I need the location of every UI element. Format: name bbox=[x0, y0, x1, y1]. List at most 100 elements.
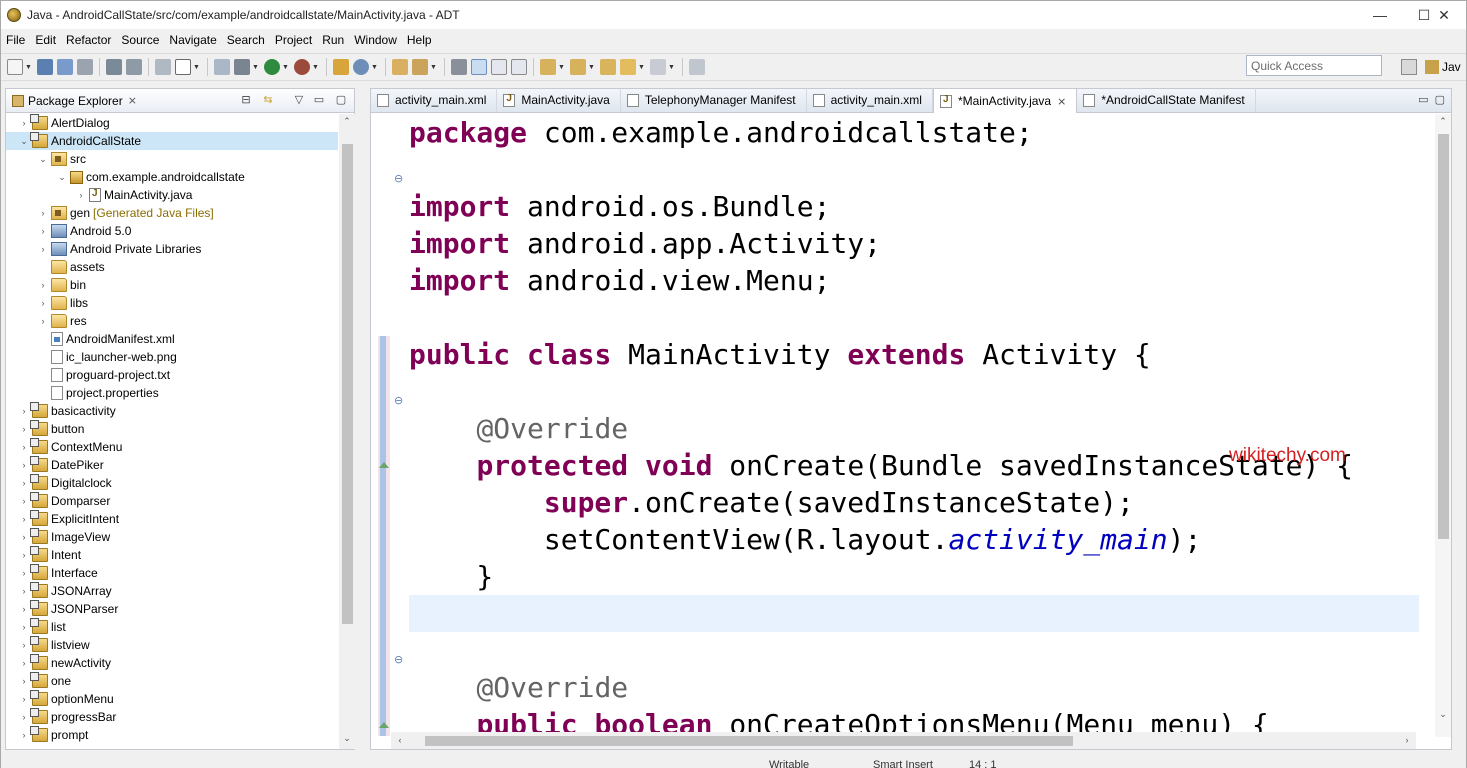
tree-item[interactable]: › AlertDialog bbox=[6, 114, 338, 132]
tree-item[interactable]: ⌄ src bbox=[6, 150, 338, 168]
code-area[interactable]: package com.example.androidcallstate; imp… bbox=[409, 114, 1419, 737]
expand-toggle-icon[interactable]: ⌄ bbox=[56, 172, 68, 183]
back-icon[interactable] bbox=[620, 59, 636, 75]
scroll-left-icon[interactable]: ‹ bbox=[393, 732, 407, 749]
view-menu-icon[interactable]: ▽ bbox=[292, 93, 306, 107]
scrollbar-thumb[interactable] bbox=[425, 736, 1073, 746]
expand-toggle-icon[interactable]: › bbox=[18, 424, 30, 434]
tree-item[interactable]: › list bbox=[6, 618, 338, 636]
menu-file[interactable]: File bbox=[1, 33, 30, 47]
tree-item[interactable]: › JSONParser bbox=[6, 600, 338, 618]
package-explorer-title[interactable]: Package Explorer bbox=[28, 94, 123, 108]
fold-imports-icon[interactable]: ⊖ bbox=[394, 172, 403, 185]
save-icon[interactable] bbox=[37, 59, 53, 75]
scroll-down-icon[interactable]: ⌄ bbox=[1435, 709, 1451, 723]
expand-toggle-icon[interactable]: › bbox=[37, 226, 49, 236]
tree-item[interactable]: › libs bbox=[6, 294, 338, 312]
close-button[interactable]: ✕ bbox=[1421, 1, 1467, 29]
menu-window[interactable]: Window bbox=[349, 33, 402, 47]
fold-method-icon[interactable]: ⊖ bbox=[394, 653, 403, 666]
link-with-editor-icon[interactable]: ⇆ bbox=[261, 93, 275, 107]
search-icon[interactable] bbox=[412, 59, 428, 75]
new-class-dropdown-icon[interactable]: ▼ bbox=[371, 64, 378, 71]
tree-item[interactable]: › bin bbox=[6, 276, 338, 294]
new-java-package-icon[interactable] bbox=[333, 59, 349, 75]
scrollbar-thumb[interactable] bbox=[342, 144, 353, 624]
back-dropdown-icon[interactable]: ▼ bbox=[638, 64, 645, 71]
quick-access-input[interactable]: Quick Access bbox=[1246, 55, 1382, 76]
tree-item[interactable]: › DatePiker bbox=[6, 456, 338, 474]
block-selection-icon[interactable] bbox=[491, 59, 507, 75]
minimize-button[interactable]: — bbox=[1357, 1, 1403, 29]
expand-toggle-icon[interactable]: › bbox=[18, 658, 30, 668]
avd-manager-icon[interactable] bbox=[126, 59, 142, 75]
minimize-view-icon[interactable]: ▭ bbox=[312, 93, 326, 107]
close-tab-icon[interactable]: ⨯ bbox=[1057, 95, 1066, 108]
expand-toggle-icon[interactable]: › bbox=[37, 316, 49, 326]
editor-tab[interactable]: activity_main.xml bbox=[371, 88, 498, 112]
search-dropdown-icon[interactable]: ▼ bbox=[430, 64, 437, 71]
tree-item[interactable]: › Android Private Libraries bbox=[6, 240, 338, 258]
close-view-icon[interactable]: ⨯ bbox=[128, 94, 137, 107]
external-tools-icon[interactable] bbox=[294, 59, 310, 75]
run-dropdown-icon[interactable]: ▼ bbox=[282, 64, 289, 71]
lint-icon[interactable] bbox=[155, 59, 171, 75]
expand-toggle-icon[interactable]: › bbox=[18, 118, 30, 128]
tree-item[interactable]: › ContextMenu bbox=[6, 438, 338, 456]
tree-item[interactable]: › Domparser bbox=[6, 492, 338, 510]
expand-toggle-icon[interactable]: › bbox=[18, 730, 30, 740]
tree-item[interactable]: › optionMenu bbox=[6, 690, 338, 708]
editor-tab[interactable]: TelephonyManager Manifest bbox=[621, 88, 807, 112]
tree-item[interactable]: project.properties bbox=[6, 384, 338, 402]
expand-toggle-icon[interactable]: › bbox=[18, 532, 30, 542]
tree-item[interactable]: › Android 5.0 bbox=[6, 222, 338, 240]
tree-item[interactable]: › gen [Generated Java Files] bbox=[6, 204, 338, 222]
expand-toggle-icon[interactable]: › bbox=[18, 514, 30, 524]
expand-toggle-icon[interactable]: › bbox=[37, 208, 49, 218]
tree-item[interactable]: › Digitalclock bbox=[6, 474, 338, 492]
expand-toggle-icon[interactable]: › bbox=[18, 622, 30, 632]
tree-item[interactable]: proguard-project.txt bbox=[6, 366, 338, 384]
checkbox-task-icon[interactable] bbox=[175, 59, 191, 75]
tree-item[interactable]: › progressBar bbox=[6, 708, 338, 726]
task-dropdown-icon[interactable]: ▼ bbox=[193, 64, 200, 71]
scroll-down-icon[interactable]: ⌄ bbox=[339, 733, 355, 747]
override-marker-icon[interactable] bbox=[379, 722, 389, 728]
forward-icon[interactable] bbox=[650, 59, 666, 75]
expand-toggle-icon[interactable]: › bbox=[18, 676, 30, 686]
expand-toggle-icon[interactable]: › bbox=[18, 406, 30, 416]
open-perspective-icon[interactable] bbox=[1401, 59, 1417, 75]
expand-toggle-icon[interactable]: › bbox=[37, 244, 49, 254]
debug-dropdown-icon[interactable]: ▼ bbox=[252, 64, 259, 71]
expand-toggle-icon[interactable]: › bbox=[18, 478, 30, 488]
tree-item[interactable]: › res bbox=[6, 312, 338, 330]
tree-item[interactable]: › JSONArray bbox=[6, 582, 338, 600]
expand-toggle-icon[interactable]: › bbox=[18, 712, 30, 722]
show-whitespace-icon[interactable] bbox=[511, 59, 527, 75]
expand-toggle-icon[interactable]: › bbox=[37, 298, 49, 308]
expand-toggle-icon[interactable]: › bbox=[18, 694, 30, 704]
tree-item[interactable]: assets bbox=[6, 258, 338, 276]
tree-item[interactable]: › Intent bbox=[6, 546, 338, 564]
android-sdk-manager-icon[interactable] bbox=[106, 59, 122, 75]
expand-toggle-icon[interactable]: › bbox=[18, 442, 30, 452]
menu-refactor[interactable]: Refactor bbox=[61, 33, 116, 47]
editor-horizontal-scrollbar[interactable]: ‹ › bbox=[391, 732, 1416, 749]
toggle-mark-occurrences-icon[interactable] bbox=[451, 59, 467, 75]
save-all-icon[interactable] bbox=[57, 59, 73, 75]
menu-edit[interactable]: Edit bbox=[30, 33, 61, 47]
run-icon[interactable] bbox=[264, 59, 280, 75]
expand-toggle-icon[interactable]: ⌄ bbox=[18, 136, 30, 147]
menu-navigate[interactable]: Navigate bbox=[164, 33, 221, 47]
menu-run[interactable]: Run bbox=[317, 33, 349, 47]
perspective-switcher[interactable]: Jav bbox=[1401, 55, 1467, 79]
new-icon[interactable] bbox=[7, 59, 23, 75]
menu-help[interactable]: Help bbox=[402, 33, 437, 47]
expand-toggle-icon[interactable]: ⌄ bbox=[37, 154, 49, 165]
tree-item[interactable]: ic_launcher-web.png bbox=[6, 348, 338, 366]
tree-item[interactable]: ⌄ com.example.androidcallstate bbox=[6, 168, 338, 186]
expand-toggle-icon[interactable]: › bbox=[18, 586, 30, 596]
menu-source[interactable]: Source bbox=[116, 33, 164, 47]
pin-editor-icon[interactable] bbox=[689, 59, 705, 75]
editor-tab[interactable]: *MainActivity.java ⨯ bbox=[932, 88, 1078, 113]
